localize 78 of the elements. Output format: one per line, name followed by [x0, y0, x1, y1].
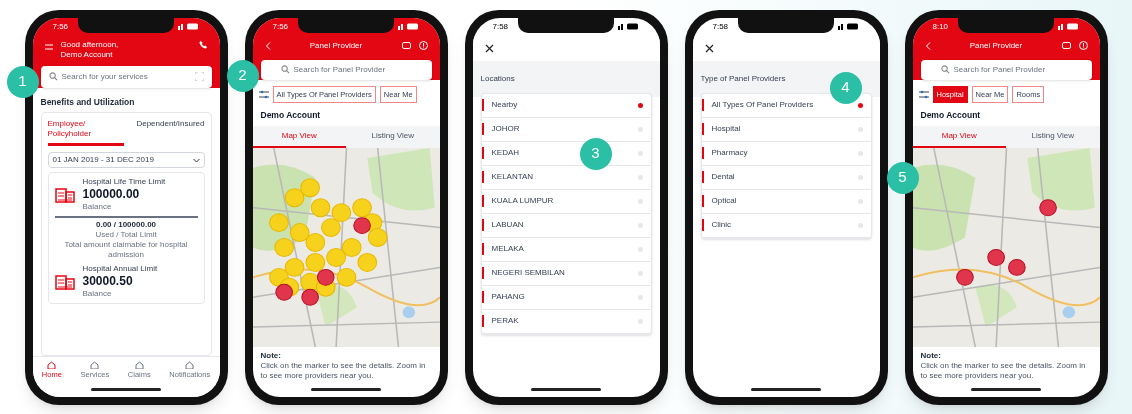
info-icon[interactable]	[1078, 41, 1088, 50]
search-icon	[280, 65, 290, 74]
menu-icon[interactable]	[44, 43, 53, 50]
search-icon	[48, 72, 58, 81]
search-field[interactable]: Search for your services	[40, 65, 212, 88]
used-amount: 0.00 / 100000.00	[95, 220, 157, 231]
option-item[interactable]: Nearby	[481, 93, 651, 118]
limit-title: Hospital Annual Limit	[82, 264, 158, 275]
option-item[interactable]: LABUAN	[481, 213, 651, 238]
step-badge: 1	[6, 65, 39, 98]
battery-icon	[1057, 23, 1080, 30]
option-item[interactable]: PERAK	[481, 309, 651, 334]
option-item[interactable]: Hospital	[701, 117, 871, 142]
info-icon[interactable]	[418, 41, 428, 50]
back-icon[interactable]	[924, 41, 931, 50]
status-time: 7:58	[712, 20, 729, 33]
amount-caption: Balance	[82, 289, 113, 300]
filter-icon[interactable]	[918, 89, 929, 99]
house-icon	[185, 361, 195, 370]
option-item[interactable]: KUALA LUMPUR	[481, 189, 651, 214]
section-title: Benefits and Utilization	[39, 95, 136, 109]
screen-title: Panel Provider	[968, 39, 1024, 52]
account-name: Demo Account	[259, 108, 322, 122]
account-name: Demo Account	[919, 108, 982, 122]
search-icon	[940, 65, 950, 74]
battery-icon	[617, 23, 640, 30]
chat-icon[interactable]	[401, 41, 411, 50]
limit-amount: 100000.00	[82, 187, 141, 203]
option-item[interactable]: Optical	[701, 189, 871, 214]
option-item[interactable]: NEGERI SEMBILAN	[481, 261, 651, 286]
scan-icon[interactable]	[194, 72, 204, 81]
battery-icon	[837, 23, 860, 30]
option-item[interactable]: Pharmacy	[701, 141, 871, 166]
battery-icon	[177, 23, 200, 30]
home-indicator	[971, 387, 1041, 391]
house-icon	[47, 361, 57, 370]
amount-caption: Balance	[82, 202, 113, 213]
status-time: 8:10	[932, 20, 949, 33]
close-icon[interactable]	[484, 43, 494, 53]
home-indicator	[91, 387, 161, 391]
status-time: 7:56	[52, 20, 69, 33]
phone-icon[interactable]	[198, 39, 208, 49]
house-icon	[90, 361, 100, 370]
screen-title: Panel Provider	[308, 39, 364, 52]
option-item[interactable]: Dental	[701, 165, 871, 190]
chat-icon[interactable]	[1061, 41, 1071, 50]
account-name: Demo Account	[60, 49, 114, 60]
house-icon	[134, 361, 144, 370]
note-text: Click on the marker to see the details. Zoom in to see more providers near you.	[920, 360, 1087, 381]
greeting-text: Good afternoon,	[60, 39, 119, 50]
note-text: Click on the marker to see the details. Zoom in to see more providers near you.	[260, 360, 427, 381]
option-item[interactable]: MELAKA	[481, 237, 651, 262]
section-header: Locations	[472, 60, 660, 97]
option-item[interactable]: Clinic	[701, 213, 871, 238]
note-title: Note:	[260, 350, 282, 361]
back-icon[interactable]	[264, 41, 271, 50]
limit-title: Hospital Life Time Limit	[82, 177, 166, 188]
chevron-down-icon	[192, 157, 200, 163]
limit-amount: 30000.50	[82, 274, 134, 290]
status-time: 7:56	[272, 20, 289, 33]
status-time: 7:58	[492, 20, 509, 33]
tab[interactable]: Dependent/Insured	[128, 119, 205, 137]
filter-icon[interactable]	[258, 89, 269, 99]
tab[interactable]: Employee/ Policyholder	[47, 119, 124, 147]
home-indicator	[531, 387, 601, 391]
hospital-icon	[54, 186, 75, 204]
used-caption: Used / Total Limit	[95, 230, 157, 241]
hospital-icon	[54, 273, 75, 291]
close-icon[interactable]	[704, 43, 714, 53]
option-item[interactable]: PAHANG	[481, 285, 651, 310]
home-indicator	[751, 387, 821, 391]
battery-icon	[397, 23, 420, 30]
home-indicator	[311, 387, 381, 391]
limit-note: Total amount claimable for hospital admission	[63, 240, 189, 261]
note-title: Note:	[920, 350, 942, 361]
view-tab[interactable]: Listing View	[346, 125, 440, 148]
view-tab[interactable]: Listing View	[1006, 125, 1100, 148]
period-dropdown[interactable]: 01 JAN 2019 - 31 DEC 2019	[47, 152, 205, 169]
